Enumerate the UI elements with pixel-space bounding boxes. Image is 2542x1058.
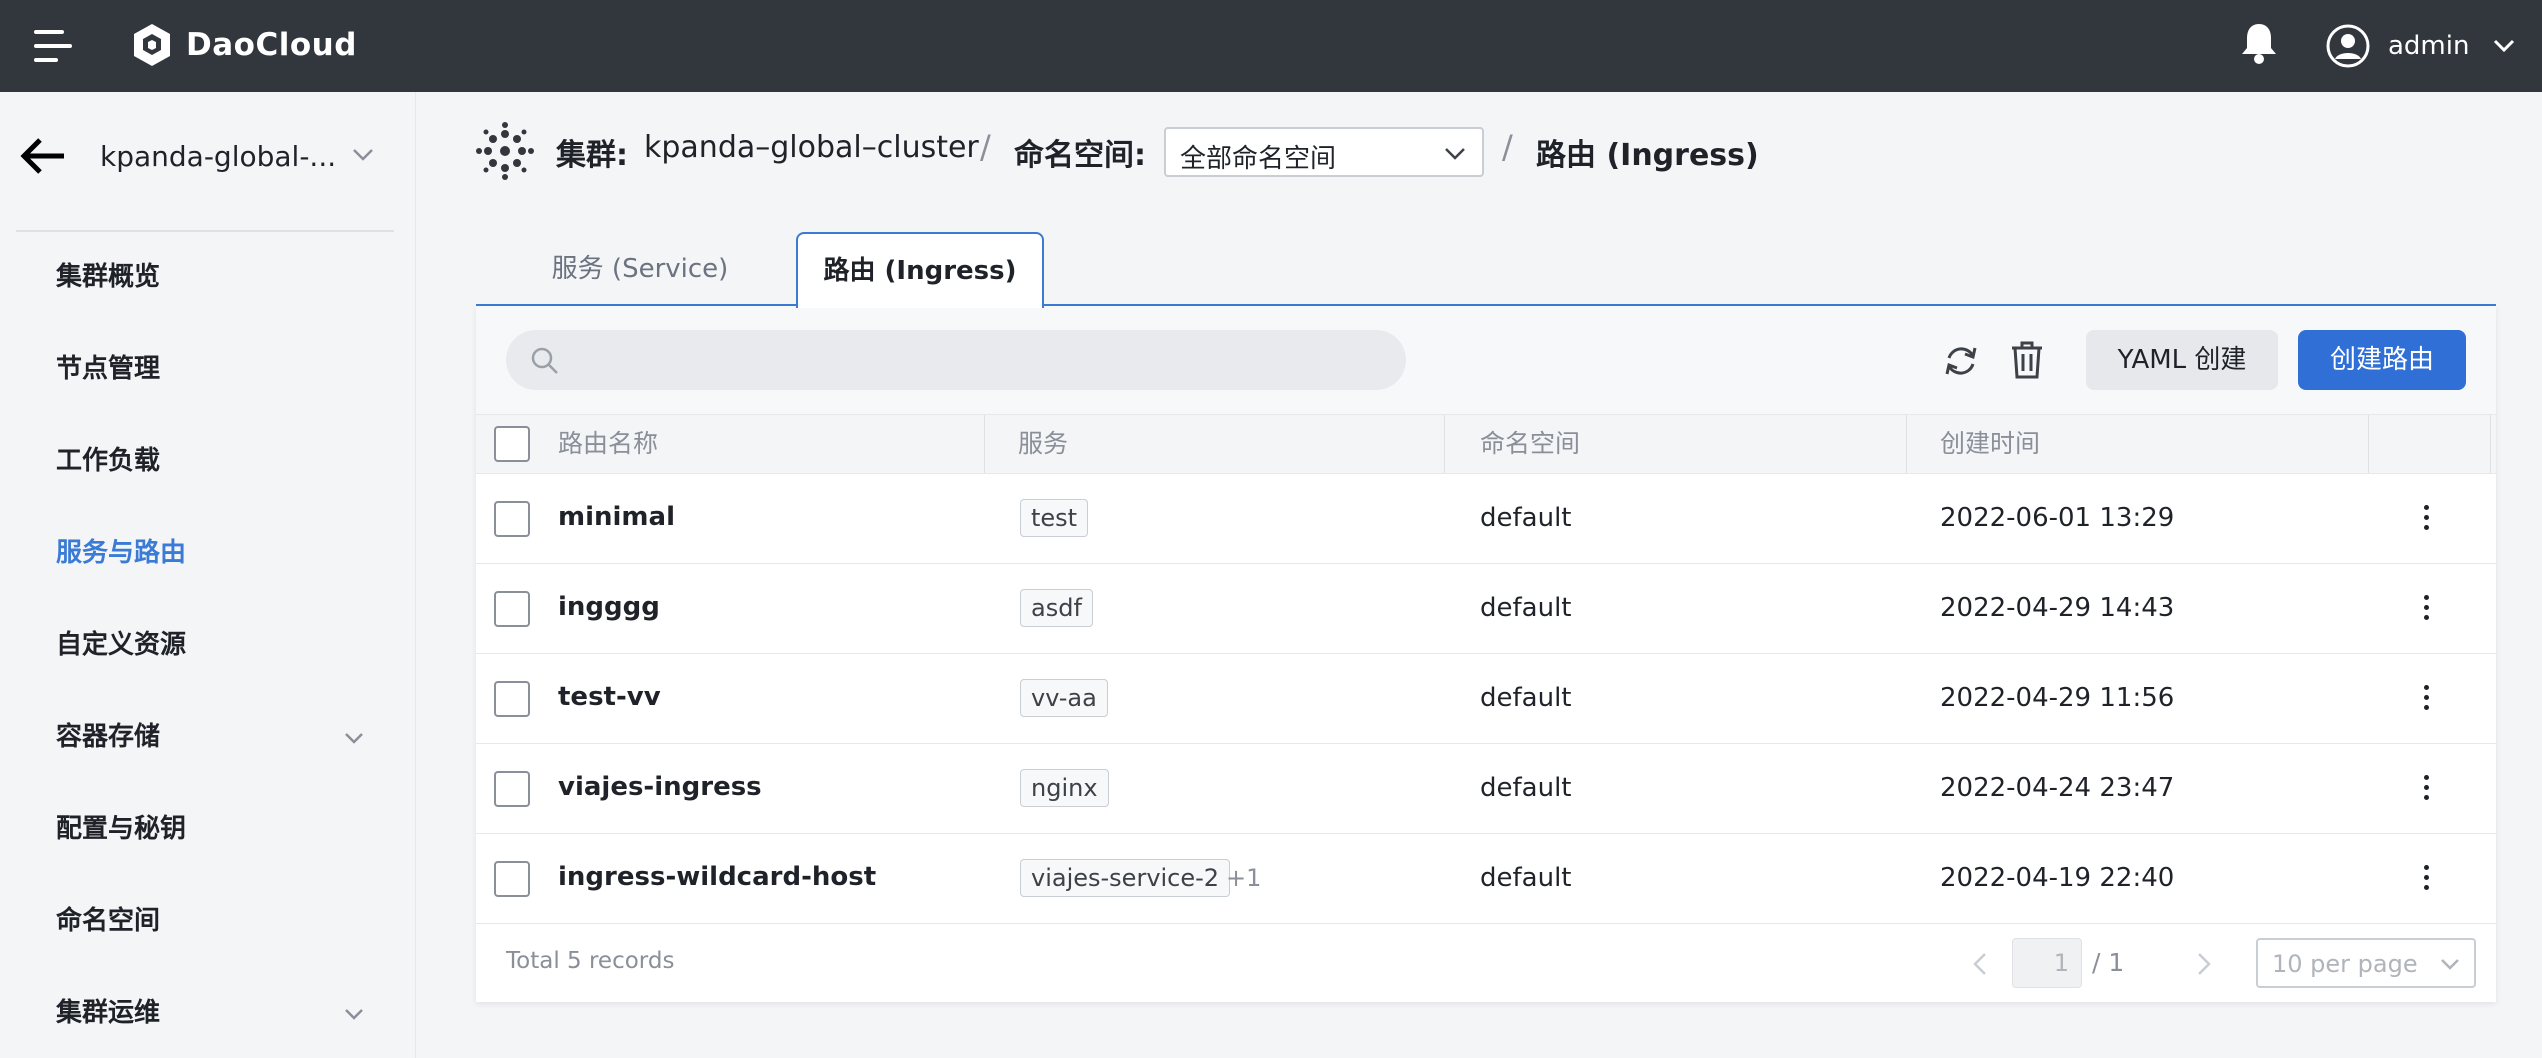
chevron-down-icon xyxy=(2494,39,2515,53)
table-row[interactable]: ingggg asdf default 2022-04-29 14:43 xyxy=(476,564,2496,654)
column-header-namespace[interactable]: 命名空间 xyxy=(1480,415,1580,473)
breadcrumb-current: 路由 (Ingress) xyxy=(1536,138,1759,173)
column-header-name[interactable]: 路由名称 xyxy=(558,415,658,473)
sidebar-item-workloads[interactable]: 工作负载 xyxy=(56,436,396,486)
breadcrumb-cluster-value[interactable]: kpanda–global–cluster xyxy=(644,130,979,165)
yaml-create-button[interactable]: YAML 创建 xyxy=(2086,330,2278,390)
breadcrumb-separator: / xyxy=(1502,128,1513,166)
column-divider xyxy=(2490,415,2491,473)
row-checkbox[interactable] xyxy=(494,771,530,807)
chevron-down-icon xyxy=(1445,148,1465,160)
create-ingress-button[interactable]: 创建路由 xyxy=(2298,330,2466,390)
more-services-count[interactable]: +1 xyxy=(1226,864,1261,892)
service-tag: test xyxy=(1020,499,1089,537)
column-header-service[interactable]: 服务 xyxy=(1018,415,1068,473)
sidebar-item-custom-resources[interactable]: 自定义资源 xyxy=(56,620,396,670)
sidebar-item-cluster-overview[interactable]: 集群概览 xyxy=(56,252,396,302)
chevron-right-icon[interactable] xyxy=(2194,950,2214,978)
column-divider xyxy=(2368,415,2369,473)
refresh-icon[interactable] xyxy=(1942,342,1980,380)
chevron-down-icon xyxy=(345,733,363,744)
row-checkbox[interactable] xyxy=(494,681,530,717)
row-checkbox[interactable] xyxy=(494,861,530,897)
created-time-cell: 2022-04-19 22:40 xyxy=(1940,863,2175,893)
page-total: / 1 xyxy=(2092,948,2125,977)
ingress-panel: YAML 创建 创建路由 路由名称 服务 命名空间 创建时间 minimal t… xyxy=(476,306,2496,1002)
daocloud-logo-icon xyxy=(134,24,170,66)
ingress-name[interactable]: minimal xyxy=(558,502,675,532)
service-tag: vv-aa xyxy=(1020,679,1108,717)
user-menu[interactable]: admin xyxy=(2326,17,2515,75)
toolbar: YAML 创建 创建路由 xyxy=(476,306,2496,414)
chevron-left-icon[interactable] xyxy=(1970,950,1990,978)
hamburger-menu-icon[interactable] xyxy=(34,28,72,64)
ingress-name[interactable]: ingggg xyxy=(558,592,660,622)
search-icon xyxy=(531,347,558,374)
namespace-cell: default xyxy=(1480,683,1572,713)
created-time-cell: 2022-04-24 23:47 xyxy=(1940,773,2175,803)
created-time-cell: 2022-04-29 11:56 xyxy=(1940,683,2175,713)
chevron-down-icon xyxy=(2441,959,2459,970)
back-arrow-icon[interactable] xyxy=(20,136,68,176)
page-size-select[interactable]: 10 per page xyxy=(2256,938,2476,988)
user-avatar-icon xyxy=(2326,24,2370,68)
created-time-cell: 2022-06-01 13:29 xyxy=(1940,503,2175,533)
ingress-name[interactable]: test-vv xyxy=(558,682,661,712)
table-header: 路由名称 服务 命名空间 创建时间 xyxy=(476,414,2496,474)
more-actions-icon[interactable] xyxy=(2416,592,2436,626)
breadcrumb-cluster-label: 集群: xyxy=(556,138,628,173)
ingress-name[interactable]: ingress-wildcard-host xyxy=(558,862,876,892)
sidebar-divider xyxy=(16,230,394,232)
service-tag: asdf xyxy=(1020,589,1093,627)
namespace-cell: default xyxy=(1480,773,1572,803)
namespace-cell: default xyxy=(1480,503,1572,533)
sidebar: kpanda-global-... 集群概览 节点管理 工作负载 服务与路由 自… xyxy=(0,92,416,1058)
row-checkbox[interactable] xyxy=(494,501,530,537)
cluster-switcher[interactable]: kpanda-global-... xyxy=(100,140,336,173)
service-tag: viajes-service-2 xyxy=(1020,859,1231,897)
brand-logo[interactable]: DaoCloud xyxy=(130,20,357,70)
brand-name: DaoCloud xyxy=(186,27,357,63)
column-divider xyxy=(984,415,985,473)
breadcrumb-separator: / xyxy=(980,128,991,166)
ingress-name[interactable]: viajes-ingress xyxy=(558,772,762,802)
column-header-created[interactable]: 创建时间 xyxy=(1940,415,2040,473)
table-row[interactable]: test-vv vv-aa default 2022-04-29 11:56 xyxy=(476,654,2496,744)
sidebar-item-storage[interactable]: 容器存储 xyxy=(56,712,396,762)
sidebar-item-nodes[interactable]: 节点管理 xyxy=(56,344,396,394)
more-actions-icon[interactable] xyxy=(2416,502,2436,536)
search-input[interactable] xyxy=(506,330,1406,390)
notification-bell-icon[interactable] xyxy=(2238,20,2280,66)
namespace-cell: default xyxy=(1480,593,1572,623)
table-row[interactable]: minimal test default 2022-06-01 13:29 xyxy=(476,474,2496,564)
column-divider xyxy=(1906,415,1907,473)
tab-service[interactable]: 服务 (Service) xyxy=(476,232,804,306)
row-checkbox[interactable] xyxy=(494,591,530,627)
sidebar-item-config-secrets[interactable]: 配置与秘钥 xyxy=(56,804,396,854)
total-records: Total 5 records xyxy=(506,948,675,974)
column-divider xyxy=(1444,415,1445,473)
chevron-down-icon xyxy=(345,1009,363,1020)
sidebar-item-namespaces[interactable]: 命名空间 xyxy=(56,896,396,946)
more-actions-icon[interactable] xyxy=(2416,862,2436,896)
sidebar-item-services-routes[interactable]: 服务与路由 xyxy=(56,528,396,578)
page-number-input[interactable]: 1 xyxy=(2012,938,2082,988)
created-time-cell: 2022-04-29 14:43 xyxy=(1940,593,2175,623)
more-actions-icon[interactable] xyxy=(2416,682,2436,716)
top-bar: DaoCloud admin xyxy=(0,0,2542,92)
service-tag: nginx xyxy=(1020,769,1109,807)
namespace-select[interactable]: 全部命名空间 xyxy=(1164,127,1484,177)
table-row[interactable]: ingress-wildcard-host viajes-service-2 +… xyxy=(476,834,2496,924)
more-actions-icon[interactable] xyxy=(2416,772,2436,806)
select-all-checkbox[interactable] xyxy=(494,426,530,462)
breadcrumb-namespace-label: 命名空间: xyxy=(1014,138,1146,173)
sidebar-item-cluster-ops[interactable]: 集群运维 xyxy=(56,988,396,1038)
table-row[interactable]: viajes-ingress nginx default 2022-04-24 … xyxy=(476,744,2496,834)
cluster-icon xyxy=(476,122,534,180)
namespace-cell: default xyxy=(1480,863,1572,893)
username: admin xyxy=(2388,31,2470,61)
tab-ingress[interactable]: 路由 (Ingress) xyxy=(796,232,1044,308)
chevron-down-icon[interactable] xyxy=(352,148,374,162)
trash-icon[interactable] xyxy=(2010,340,2044,380)
